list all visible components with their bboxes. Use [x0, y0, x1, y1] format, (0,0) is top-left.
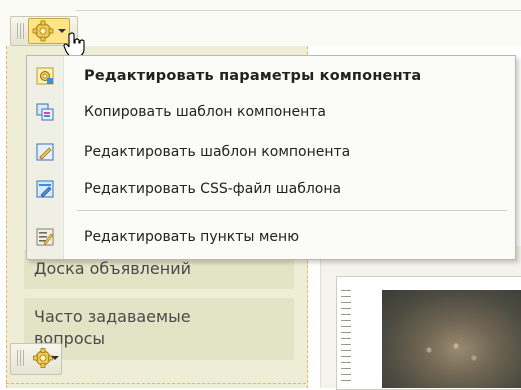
sidebar-item-faq[interactable]: Часто задаваемые вопросы — [24, 298, 294, 360]
menu-separator — [77, 210, 507, 211]
chevron-down-icon — [51, 356, 59, 360]
menu-item-label: Копировать шаблон компонента — [84, 104, 326, 120]
ruler-marks — [341, 290, 351, 388]
menu-item-label: Редактировать параметры компонента — [84, 68, 422, 84]
copy-template-icon — [36, 103, 54, 121]
sidebar-item-label: Часто задаваемые вопросы — [34, 307, 191, 348]
drag-grip-icon[interactable] — [17, 23, 26, 39]
top-divider — [76, 10, 521, 11]
menu-item-edit-menu-items[interactable]: Редактировать пункты меню — [27, 222, 515, 252]
menu-item-copy-template[interactable]: Копировать шаблон компонента — [27, 97, 515, 127]
menu-item-edit-params[interactable]: Редактировать параметры компонента — [27, 61, 515, 91]
gear-icon — [32, 20, 54, 42]
sidebar-item-label: Доска объявлений — [34, 259, 191, 278]
edit-template-icon — [36, 143, 54, 161]
edit-css-icon — [36, 180, 54, 198]
component-actions-button-2[interactable] — [10, 343, 62, 375]
menu-item-label: Редактировать пункты меню — [84, 229, 299, 245]
edit-menu-items-icon — [36, 228, 54, 246]
component-actions-button[interactable] — [10, 16, 85, 58]
component-settings-icon — [36, 67, 54, 85]
drag-grip-icon[interactable] — [17, 350, 26, 366]
aerial-photo — [382, 290, 521, 388]
sidebar-bottom-border — [6, 383, 306, 384]
menu-item-edit-css[interactable]: Редактировать CSS-файл шаблона — [27, 174, 515, 204]
component-context-menu: Редактировать параметры компонента Копир… — [26, 55, 516, 260]
menu-item-label: Редактировать CSS-файл шаблона — [84, 181, 342, 197]
menu-item-label: Редактировать шаблон компонента — [84, 144, 351, 160]
menu-item-edit-template[interactable]: Редактировать шаблон компонента — [27, 137, 515, 167]
